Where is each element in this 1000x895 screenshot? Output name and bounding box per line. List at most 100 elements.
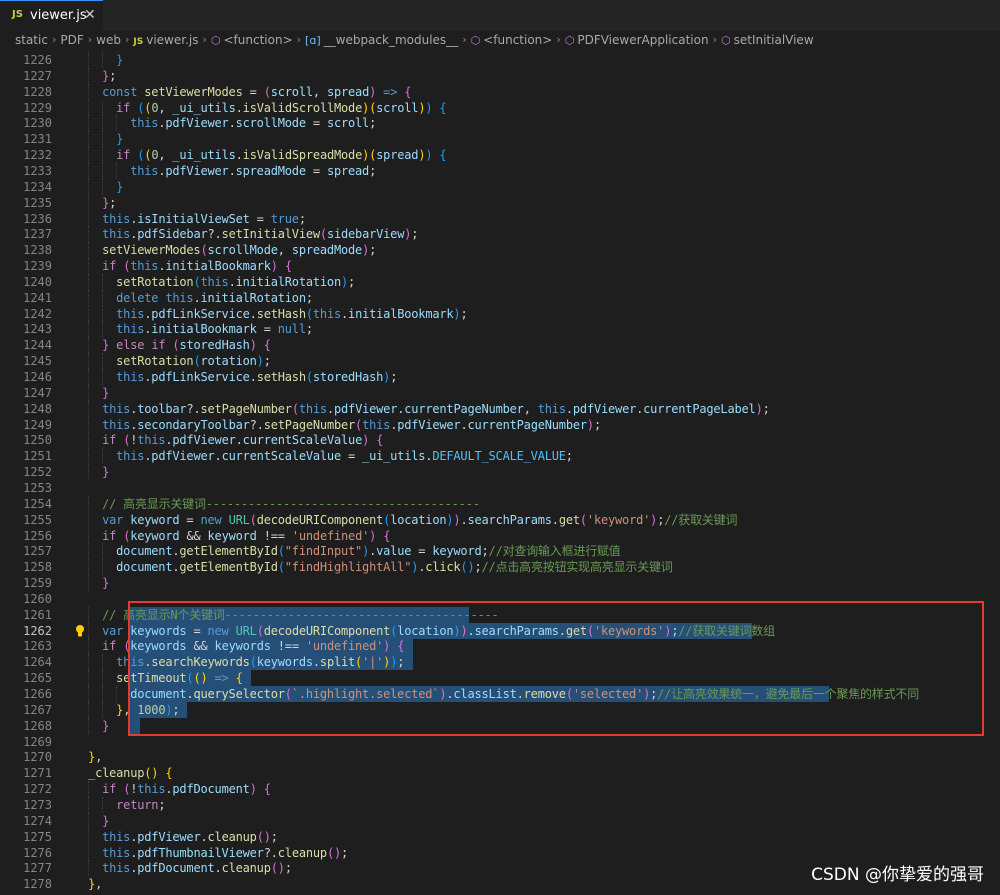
- indent-guide: [88, 115, 90, 132]
- code-line[interactable]: 1241 delete this.initialRotation;: [0, 290, 1000, 306]
- code-line[interactable]: 1237 this.pdfSidebar?.setInitialView(sid…: [0, 226, 1000, 242]
- indent-guide: [88, 99, 90, 116]
- indent-guide: [88, 717, 90, 734]
- code-line[interactable]: 1242 this.pdfLinkService.setHash(this.in…: [0, 306, 1000, 322]
- breadcrumb-item[interactable]: ⬡ PDFViewerApplication: [565, 31, 709, 50]
- code-text: this.pdfViewer.cleanup();: [102, 829, 278, 844]
- line-number: 1277: [23, 861, 52, 876]
- code-line[interactable]: 1248 this.toolbar?.setPageNumber(this.pd…: [0, 401, 1000, 417]
- breadcrumb-item[interactable]: [ɑ] __webpack_modules__: [305, 31, 458, 50]
- indent-guide: [88, 131, 90, 148]
- code-editor[interactable]: 1226 } 1227 }; 1228 const setViewerModes =…: [0, 50, 1000, 895]
- indent-guide: [102, 369, 104, 385]
- breadcrumb-label: PDFViewerApplication: [577, 33, 709, 47]
- chevron-right-icon: ›: [712, 33, 717, 46]
- code-line[interactable]: 1275 this.pdfViewer.cleanup();: [0, 829, 1000, 845]
- code-text: this.pdfViewer.scrollMode = scroll;: [130, 116, 377, 131]
- code-line[interactable]: 1259 }: [0, 575, 1000, 591]
- indent-guide: [88, 337, 90, 354]
- code-line[interactable]: 1256 if (keyword && keyword !== 'undefin…: [0, 528, 1000, 544]
- indent-guide: [88, 844, 90, 861]
- line-number: 1276: [23, 845, 52, 860]
- code-line[interactable]: 1239 if (this.initialBookmark) {: [0, 258, 1000, 274]
- code-line[interactable]: 1250 if (!this.pdfViewer.currentScaleVal…: [0, 432, 1000, 448]
- code-line[interactable]: 1257 document.getElementById("findInput"…: [0, 543, 1000, 559]
- code-line[interactable]: 1236 this.isInitialViewSet = true;: [0, 211, 1000, 227]
- code-line[interactable]: 1238 setViewerModes(scrollMode, spreadMo…: [0, 242, 1000, 258]
- line-number: 1278: [23, 877, 52, 892]
- line-number: 1260: [23, 591, 52, 606]
- chevron-right-icon: ›: [556, 33, 561, 46]
- lightbulb-icon[interactable]: [74, 624, 86, 638]
- indent-guide: [102, 701, 104, 718]
- tab-label: viewer.js: [30, 8, 87, 23]
- code-line[interactable]: 1245 setRotation(rotation);: [0, 353, 1000, 369]
- code-line[interactable]: 1227 };: [0, 68, 1000, 84]
- code-text: const setViewerModes = (scroll, spread) …: [102, 84, 412, 99]
- code-text: // 高亮显示关键词------------------------------…: [102, 496, 480, 511]
- close-icon[interactable]: ✕: [84, 7, 96, 23]
- code-line[interactable]: 1247 }: [0, 385, 1000, 401]
- line-number: 1237: [23, 227, 52, 242]
- code-line[interactable]: 1258 document.getElementById("findHighli…: [0, 559, 1000, 575]
- code-line[interactable]: 1228 const setViewerModes = (scroll, spr…: [0, 84, 1000, 100]
- code-text: if (!this.pdfDocument) {: [102, 782, 271, 797]
- code-line[interactable]: 1252 }: [0, 464, 1000, 480]
- code-line[interactable]: 1274 }: [0, 813, 1000, 829]
- code-line[interactable]: 1243 this.initialBookmark = null;: [0, 321, 1000, 337]
- indent-guide: [88, 226, 90, 243]
- code-line[interactable]: 1226 }: [0, 52, 1000, 68]
- breadcrumb-item[interactable]: web: [96, 31, 121, 49]
- code-line[interactable]: 1271 _cleanup() {: [0, 765, 1000, 781]
- code-line[interactable]: 1244 } else if (storedHash) {: [0, 337, 1000, 353]
- breadcrumb: static › PDF › web › JS viewer.js › ⬡ <function> ›[…: [0, 31, 1000, 49]
- code-line[interactable]: 1231 }: [0, 131, 1000, 147]
- breadcrumb-item[interactable]: static: [15, 31, 48, 49]
- variable-icon: [ɑ]: [305, 34, 321, 47]
- code-line[interactable]: 1235 };: [0, 195, 1000, 211]
- code-text: this.pdfDocument.cleanup();: [102, 861, 292, 876]
- code-line[interactable]: 1230 this.pdfViewer.scrollMode = scroll;: [0, 115, 1000, 131]
- indent-guide: [102, 559, 104, 576]
- code-line[interactable]: 1251 this.pdfViewer.currentScaleValue = …: [0, 448, 1000, 464]
- code-line[interactable]: 1253: [0, 480, 1000, 496]
- tab-viewer-js[interactable]: JS viewer.js ✕: [0, 0, 103, 31]
- line-number: 1262: [23, 623, 52, 638]
- indent-guide: [102, 131, 104, 148]
- indent-guide: [88, 147, 90, 163]
- code-line[interactable]: 1249 this.secondaryToolbar?.setPageNumbe…: [0, 417, 1000, 433]
- code-text: },: [88, 750, 103, 765]
- js-file-icon: JS: [133, 37, 144, 47]
- line-number: 1261: [23, 607, 52, 622]
- indent-guide: [88, 242, 90, 259]
- line-number: 1246: [23, 370, 52, 384]
- breadcrumb-item[interactable]: JS viewer.js: [133, 31, 198, 51]
- code-line[interactable]: 1232 if ((0, _ui_utils.isValidSpreadMode…: [0, 147, 1000, 163]
- code-line[interactable]: 1272 if (!this.pdfDocument) {: [0, 781, 1000, 797]
- indent-guide: [102, 289, 104, 306]
- indent-guide: [88, 860, 90, 877]
- code-line[interactable]: 1234 }: [0, 179, 1000, 195]
- code-text: },: [88, 877, 103, 892]
- line-number: 1263: [23, 639, 52, 654]
- line-number: 1234: [23, 179, 52, 194]
- breadcrumb-item[interactable]: ⬡ setInitialView: [721, 31, 814, 50]
- code-line[interactable]: 1229 if ((0, _ui_utils.isValidScrollMode…: [0, 100, 1000, 116]
- indent-guide: [88, 495, 90, 512]
- line-number: 1268: [23, 718, 52, 733]
- code-line[interactable]: 1246 this.pdfLinkService.setHash(storedH…: [0, 369, 1000, 385]
- breadcrumb-label: __webpack_modules__: [323, 33, 459, 47]
- code-line[interactable]: 1254 // 高亮显示关键词-------------------------…: [0, 496, 1000, 512]
- code-text: setRotation(this.initialRotation);: [116, 274, 356, 289]
- code-line[interactable]: 1270 },: [0, 749, 1000, 765]
- code-line[interactable]: 1276 this.pdfThumbnailViewer?.cleanup();: [0, 845, 1000, 861]
- code-line[interactable]: 1233 this.pdfViewer.spreadMode = spread;: [0, 163, 1000, 179]
- breadcrumb-item[interactable]: ⬡ <function>: [471, 31, 553, 50]
- breadcrumb-item[interactable]: ⬡ <function>: [211, 31, 293, 50]
- code-line[interactable]: 1240 setRotation(this.initialRotation);: [0, 274, 1000, 290]
- indent-guide: [88, 575, 90, 591]
- code-line[interactable]: 1273 return;: [0, 797, 1000, 813]
- code-line[interactable]: 1255 var keyword = new URL(decodeURIComp…: [0, 512, 1000, 528]
- breadcrumb-item[interactable]: PDF: [60, 31, 83, 49]
- chevron-right-icon: ›: [202, 33, 207, 46]
